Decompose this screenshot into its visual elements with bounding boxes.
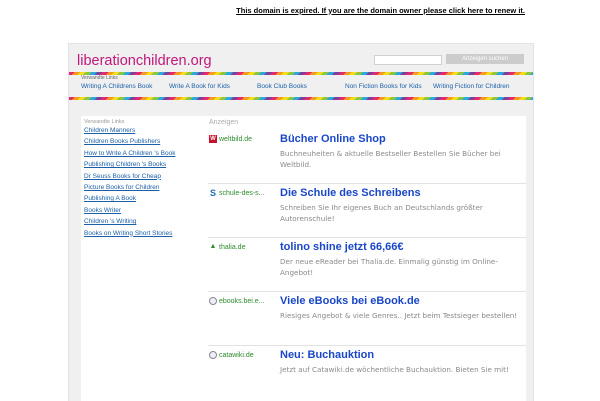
sidebar-links: Children Manners Children Books Publishe… [84,127,194,241]
related-link-book-club-books[interactable]: Book Club Books [257,83,307,90]
ad-title[interactable]: Bücher Online Shop [280,133,386,145]
ad-title[interactable]: Viele eBooks bei eBook.de [280,295,420,307]
ad-title[interactable]: Neu: Buchauktion [280,349,374,361]
list-item: Children Books Publishers [84,138,194,146]
ad-source-domain: ebooks.bei.e... [219,297,265,305]
ad-title[interactable]: Die Schule des Schreibens [280,187,421,199]
related-link-writing-childrens-book[interactable]: Writing A Childrens Book [81,83,152,90]
list-item: Books Writer [84,207,194,215]
related-link-write-book-kids[interactable]: Write A Book for Kids [169,83,230,90]
search-input[interactable] [374,55,442,65]
ad-source-domain: schule-des-s... [219,189,265,197]
sidebar-link[interactable]: Books Writer [84,207,121,214]
ad-listing[interactable]: S schule-des-s... Die Schule des Schreib… [208,184,526,238]
list-item: Dr Seuss Books for Cheap [84,173,194,181]
sidebar-link[interactable]: Books on Writing Short Stories [84,230,172,237]
decorative-stripe-bottom [69,97,533,100]
ad-source-domain: thalia.de [219,243,246,251]
related-link-non-fiction-kids[interactable]: Non Fiction Books for Kids [345,83,422,90]
related-link-writing-fiction-children[interactable]: Writing Fiction for Children [433,83,509,90]
list-item: Publishing A Book [84,195,194,203]
thalia-favicon-icon: ▲ [209,243,217,250]
list-item: Books on Writing Short Stories [84,230,194,238]
sidebar-link[interactable]: How to Write A Children 's Book [84,150,175,157]
ad-description: Der neue eReader bei Thalia.de. Einmalig… [280,257,498,277]
sidebar-link[interactable]: Dr Seuss Books for Cheap [84,173,161,180]
ad-source[interactable]: ebooks.bei.e... [209,295,275,307]
search-button[interactable]: Anzeigen suchen [446,54,524,64]
ad-description: Riesiges Angebot & viele Genres.. Jetzt … [280,311,518,320]
sidebar-label: Verwandte Links [84,119,125,125]
list-item: Picture Books for Children [84,184,194,192]
ad-source[interactable]: S schule-des-s... [209,187,275,199]
list-item: Publishing Children 's Books [84,161,194,169]
list-item: How to Write A Children 's Book [84,150,194,158]
ads-label: Anzeigen [209,119,239,126]
ad-title[interactable]: tolino shine jetzt 66,66€ [280,241,403,253]
parked-page-frame: liberationchildren.org Anzeigen suchen V… [68,43,534,401]
ad-source[interactable]: catawiki.de [209,349,275,361]
ad-source[interactable]: ▲ thalia.de [209,241,275,253]
ad-listing[interactable]: ebooks.bei.e... Viele eBooks bei eBook.d… [208,292,526,346]
ad-description: Jetzt auf Catawiki.de wöchentliche Bucha… [280,365,509,374]
ad-listing[interactable]: catawiki.de Neu: Buchauktion Jetzt auf C… [208,346,526,399]
site-title: liberationchildren.org [77,53,212,69]
ebook-favicon-icon [209,297,217,305]
expired-domain-banner: This domain is expired. If you are the d… [0,0,600,18]
list-item: Children 's Writing [84,218,194,226]
ad-description: Buchneuheiten & aktuelle Bestseller Best… [280,149,501,169]
sidebar-link[interactable]: Children 's Writing [84,218,136,225]
sidebar-link[interactable]: Children Books Publishers [84,138,160,145]
ad-listing[interactable]: W weltbild.de Bücher Online Shop Buchneu… [208,130,526,184]
ad-listing[interactable]: ▲ thalia.de tolino shine jetzt 66,66€ De… [208,238,526,292]
related-links-label: Verwandte Links [81,75,118,81]
sidebar-link[interactable]: Picture Books for Children [84,184,160,191]
schule-favicon-icon: S [209,188,216,198]
ad-description: Schreiben Sie Ihr eigenes Buch an Deutsc… [280,203,483,223]
catawiki-favicon-icon [209,351,217,359]
ad-source[interactable]: W weltbild.de [209,133,275,145]
related-links-bar: Writing A Childrens Book Write A Book fo… [81,83,531,93]
ad-source-domain: weltbild.de [219,135,253,143]
sidebar-link[interactable]: Publishing Children 's Books [84,161,166,168]
expired-domain-notice-link[interactable]: This domain is expired. If you are the d… [236,6,525,15]
sidebar-link[interactable]: Publishing A Book [84,195,136,202]
ad-source-domain: catawiki.de [219,351,254,359]
decorative-stripe-top [69,72,533,75]
weltbild-favicon-icon: W [209,135,217,143]
sidebar-link[interactable]: Children Manners [84,127,135,134]
main-content: Verwandte Links Children Manners Childre… [81,116,526,401]
list-item: Children Manners [84,127,194,135]
